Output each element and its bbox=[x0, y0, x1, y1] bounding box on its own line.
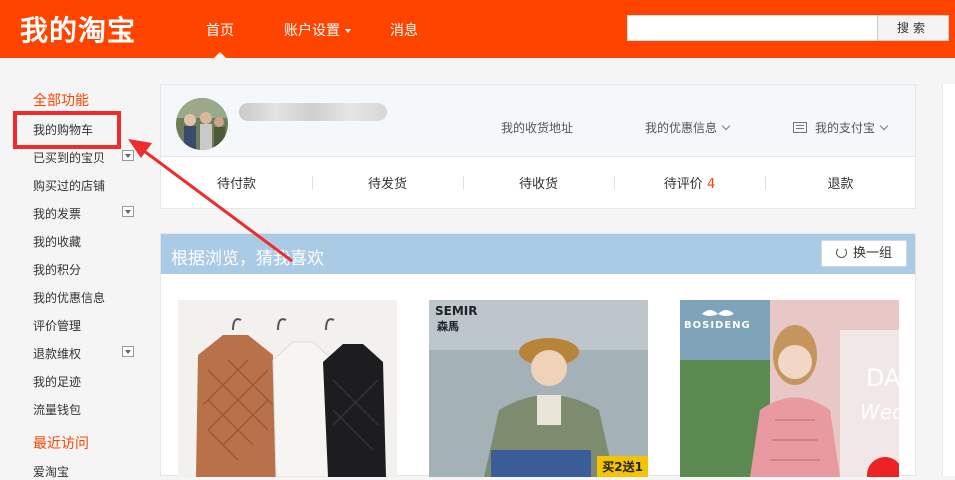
order-pending-receipt[interactable]: 待收货 bbox=[463, 173, 614, 192]
address-link[interactable]: 我的收货地址 bbox=[501, 119, 573, 136]
brand-label-cn: 森馬 bbox=[437, 320, 459, 333]
sidebar-item-points[interactable]: 我的积分 bbox=[33, 261, 81, 278]
nav-account-label: 账户设置 bbox=[284, 23, 340, 39]
recommend-panel: 根据浏览，猜我喜欢 换一组 SEMIR 森馬 买2送1 BOSIDENG DA … bbox=[160, 233, 916, 477]
sidebar-item-data-wallet[interactable]: 流量钱包 bbox=[33, 401, 81, 418]
order-pending-shipment[interactable]: 待发货 bbox=[312, 173, 463, 192]
order-label: 退款 bbox=[827, 177, 854, 192]
promo-link-label: 我的优惠信息 bbox=[645, 121, 718, 135]
sidebar-section-all: 全部功能 bbox=[33, 93, 89, 109]
sidebar-item-favorites[interactable]: 我的收藏 bbox=[33, 233, 81, 250]
highlight-annotation-box bbox=[13, 111, 121, 149]
search-button[interactable]: 搜索 bbox=[877, 15, 949, 41]
nav-home[interactable]: 首页 bbox=[206, 20, 234, 40]
brand-logo[interactable]: 我的淘宝 bbox=[20, 9, 136, 49]
order-label: 待评价 bbox=[663, 177, 703, 192]
alipay-link[interactable]: 我的支付宝 bbox=[793, 119, 889, 136]
recommend-title: 根据浏览，猜我喜欢 bbox=[171, 249, 324, 269]
product-card-bosideng[interactable]: BOSIDENG DA Wed bbox=[680, 300, 899, 477]
order-label: 待发货 bbox=[367, 177, 407, 192]
chevron-down-icon bbox=[345, 29, 351, 33]
sidebar-item-invoice[interactable]: 我的发票 bbox=[33, 205, 81, 222]
nav-account-settings[interactable]: 账户设置 bbox=[284, 20, 351, 40]
expand-arrow-icon[interactable] bbox=[122, 206, 134, 217]
brand-label: BOSIDENG bbox=[684, 320, 751, 331]
right-panel-edge bbox=[942, 84, 955, 476]
order-refund[interactable]: 退款 bbox=[765, 173, 916, 192]
sidebar-item-footprints[interactable]: 我的足迹 bbox=[33, 373, 81, 390]
refresh-button[interactable]: 换一组 bbox=[821, 240, 907, 267]
product-image bbox=[429, 300, 648, 477]
product-card-semir[interactable]: SEMIR 森馬 买2送1 bbox=[429, 300, 648, 477]
sidebar-item-refunds[interactable]: 退款维权 bbox=[33, 345, 81, 362]
alipay-link-label: 我的支付宝 bbox=[815, 121, 876, 135]
search-input[interactable] bbox=[627, 15, 878, 41]
sidebar-recent-item[interactable]: 爱淘宝 bbox=[33, 463, 69, 480]
chevron-down-icon bbox=[721, 121, 731, 131]
sidebar-item-reviews[interactable]: 评价管理 bbox=[33, 317, 81, 334]
card-icon bbox=[793, 122, 807, 133]
user-panel: 我的收货地址 我的优惠信息 我的支付宝 待付款 待发货 待收货 待评价 4 退款 bbox=[160, 84, 916, 209]
expand-arrow-icon[interactable] bbox=[122, 346, 134, 357]
nav-messages[interactable]: 消息 bbox=[390, 20, 418, 40]
nav-active-indicator bbox=[214, 52, 226, 58]
order-label: 待收货 bbox=[518, 177, 558, 192]
chevron-down-icon bbox=[879, 121, 889, 131]
refresh-icon bbox=[835, 247, 847, 258]
brand-label: SEMIR bbox=[435, 304, 478, 318]
promo-link[interactable]: 我的优惠信息 bbox=[645, 119, 731, 136]
order-pending-review[interactable]: 待评价 4 bbox=[614, 173, 765, 192]
user-info-bar: 我的收货地址 我的优惠信息 我的支付宝 bbox=[161, 85, 915, 157]
recommend-header: 根据浏览，猜我喜欢 换一组 bbox=[161, 234, 915, 274]
sidebar-item-coupons[interactable]: 我的优惠信息 bbox=[33, 289, 105, 306]
product-card-jackets[interactable] bbox=[178, 300, 397, 477]
order-pending-payment[interactable]: 待付款 bbox=[161, 173, 312, 192]
top-bar: 我的淘宝 首页 账户设置 消息 搜索 bbox=[0, 0, 955, 58]
order-label: 待付款 bbox=[216, 177, 256, 192]
promo-badge: 买2送1 bbox=[597, 456, 648, 477]
refresh-label: 换一组 bbox=[852, 246, 892, 261]
sidebar-item-shops[interactable]: 购买过的店铺 bbox=[33, 177, 105, 194]
expand-arrow-icon[interactable] bbox=[122, 150, 134, 161]
order-status-row: 待付款 待发货 待收货 待评价 4 退款 bbox=[161, 173, 915, 193]
avatar[interactable] bbox=[176, 98, 228, 150]
order-count-badge: 4 bbox=[706, 177, 716, 192]
product-image bbox=[178, 300, 397, 477]
overlay-text-2: Wed bbox=[860, 400, 899, 424]
sidebar-section-recent: 最近访问 bbox=[33, 436, 89, 452]
sidebar-item-bought[interactable]: 已买到的宝贝 bbox=[33, 149, 105, 166]
username-blurred bbox=[239, 103, 387, 121]
overlay-text: DA bbox=[866, 364, 899, 392]
